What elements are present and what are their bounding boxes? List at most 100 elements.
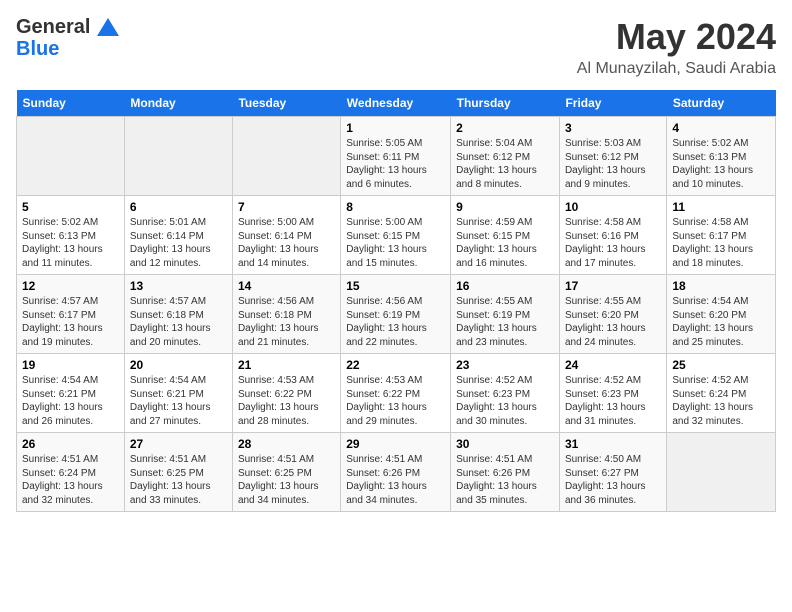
calendar-cell: 29 Sunrise: 4:51 AM Sunset: 6:26 PM Dayli…	[341, 433, 451, 512]
calendar-week-row: 19Sunrise: 4:54 AM Sunset: 6:21 PM Dayli…	[17, 354, 776, 433]
calendar-week-row: 26 Sunrise: 4:51 AM Sunset: 6:24 PM Dayli…	[17, 433, 776, 512]
day-info: Sunrise: 4:58 AM Sunset: 6:17 PM Dayligh…	[672, 216, 770, 270]
calendar-cell: 4 Sunrise: 5:02 AM Sunset: 6:13 PM Daylig…	[667, 117, 776, 196]
day-info: Sunrise: 4:52 AM Sunset: 6:23 PM Dayligh…	[456, 374, 554, 428]
day-info: Sunrise: 4:59 AM Sunset: 6:15 PM Dayligh…	[456, 216, 554, 270]
day-number: 18	[672, 279, 770, 293]
day-info: Sunrise: 4:51 AM Sunset: 6:25 PM Dayligh…	[238, 453, 335, 507]
day-number: 28	[238, 437, 335, 451]
day-info: Sunrise: 4:56 AM Sunset: 6:18 PM Dayligh…	[238, 295, 335, 349]
calendar-cell: 18Sunrise: 4:54 AM Sunset: 6:20 PM Dayli…	[667, 275, 776, 354]
day-info: Sunrise: 5:04 AM Sunset: 6:12 PM Dayligh…	[456, 137, 554, 191]
calendar-header-row: SundayMondayTuesdayWednesdayThursdayFrid…	[17, 90, 776, 117]
day-info: Sunrise: 4:52 AM Sunset: 6:24 PM Dayligh…	[672, 374, 770, 428]
day-info: Sunrise: 5:02 AM Sunset: 6:13 PM Dayligh…	[672, 137, 770, 191]
day-number: 15	[346, 279, 445, 293]
day-info: Sunrise: 5:01 AM Sunset: 6:14 PM Dayligh…	[130, 216, 227, 270]
day-number: 4	[672, 121, 770, 135]
calendar-cell: 5 Sunrise: 5:02 AM Sunset: 6:13 PM Daylig…	[17, 196, 125, 275]
day-number: 8	[346, 200, 445, 214]
subtitle: Al Munayzilah, Saudi Arabia	[577, 60, 776, 78]
day-info: Sunrise: 4:53 AM Sunset: 6:22 PM Dayligh…	[346, 374, 445, 428]
day-number: 13	[130, 279, 227, 293]
day-number: 26	[22, 437, 119, 451]
calendar-cell: 27Sunrise: 4:51 AM Sunset: 6:25 PM Dayli…	[124, 433, 232, 512]
calendar-cell: 8 Sunrise: 5:00 AM Sunset: 6:15 PM Daylig…	[341, 196, 451, 275]
day-info: Sunrise: 4:54 AM Sunset: 6:21 PM Dayligh…	[130, 374, 227, 428]
day-number: 31	[565, 437, 661, 451]
calendar-cell: 19Sunrise: 4:54 AM Sunset: 6:21 PM Dayli…	[17, 354, 125, 433]
day-info: Sunrise: 4:50 AM Sunset: 6:27 PM Dayligh…	[565, 453, 661, 507]
day-info: Sunrise: 4:56 AM Sunset: 6:19 PM Dayligh…	[346, 295, 445, 349]
day-info: Sunrise: 4:57 AM Sunset: 6:17 PM Dayligh…	[22, 295, 119, 349]
day-info: Sunrise: 4:55 AM Sunset: 6:20 PM Dayligh…	[565, 295, 661, 349]
day-number: 14	[238, 279, 335, 293]
calendar-cell: 10 Sunrise: 4:58 AM Sunset: 6:16 PM Dayli…	[559, 196, 666, 275]
calendar-cell	[667, 433, 776, 512]
day-info: Sunrise: 5:02 AM Sunset: 6:13 PM Dayligh…	[22, 216, 119, 270]
day-info: Sunrise: 5:00 AM Sunset: 6:15 PM Dayligh…	[346, 216, 445, 270]
day-info: Sunrise: 4:51 AM Sunset: 6:24 PM Dayligh…	[22, 453, 119, 507]
day-info: Sunrise: 4:58 AM Sunset: 6:16 PM Dayligh…	[565, 216, 661, 270]
day-number: 6	[130, 200, 227, 214]
day-number: 5	[22, 200, 119, 214]
day-info: Sunrise: 5:00 AM Sunset: 6:14 PM Dayligh…	[238, 216, 335, 270]
calendar-cell: 11 Sunrise: 4:58 AM Sunset: 6:17 PM Dayli…	[667, 196, 776, 275]
calendar-cell: 17 Sunrise: 4:55 AM Sunset: 6:20 PM Dayli…	[559, 275, 666, 354]
calendar-cell: 22Sunrise: 4:53 AM Sunset: 6:22 PM Dayli…	[341, 354, 451, 433]
calendar-cell	[17, 117, 125, 196]
weekday-header: Thursday	[451, 90, 560, 117]
main-title: May 2024	[577, 16, 776, 58]
page-header: General Blue May 2024 Al Munayzilah, Sau…	[16, 16, 776, 78]
day-number: 24	[565, 358, 661, 372]
calendar-cell: 9 Sunrise: 4:59 AM Sunset: 6:15 PM Daylig…	[451, 196, 560, 275]
day-number: 25	[672, 358, 770, 372]
day-number: 11	[672, 200, 770, 214]
calendar-cell: 20 Sunrise: 4:54 AM Sunset: 6:21 PM Dayli…	[124, 354, 232, 433]
calendar-cell: 24 Sunrise: 4:52 AM Sunset: 6:23 PM Dayli…	[559, 354, 666, 433]
calendar-week-row: 12 Sunrise: 4:57 AM Sunset: 6:17 PM Dayli…	[17, 275, 776, 354]
day-number: 29	[346, 437, 445, 451]
calendar-cell: 14 Sunrise: 4:56 AM Sunset: 6:18 PM Dayli…	[232, 275, 340, 354]
calendar-cell: 31 Sunrise: 4:50 AM Sunset: 6:27 PM Dayli…	[559, 433, 666, 512]
logo: General Blue	[16, 16, 120, 61]
day-info: Sunrise: 4:51 AM Sunset: 6:26 PM Dayligh…	[456, 453, 554, 507]
day-number: 20	[130, 358, 227, 372]
day-number: 10	[565, 200, 661, 214]
calendar-cell	[124, 117, 232, 196]
calendar-cell	[232, 117, 340, 196]
calendar-week-row: 5 Sunrise: 5:02 AM Sunset: 6:13 PM Daylig…	[17, 196, 776, 275]
day-number: 1	[346, 121, 445, 135]
day-number: 2	[456, 121, 554, 135]
calendar-week-row: 1Sunrise: 5:05 AM Sunset: 6:11 PM Daylig…	[17, 117, 776, 196]
day-number: 12	[22, 279, 119, 293]
weekday-header: Tuesday	[232, 90, 340, 117]
calendar-cell: 30Sunrise: 4:51 AM Sunset: 6:26 PM Dayli…	[451, 433, 560, 512]
calendar-cell: 12 Sunrise: 4:57 AM Sunset: 6:17 PM Dayli…	[17, 275, 125, 354]
day-number: 23	[456, 358, 554, 372]
logo-blue: Blue	[16, 38, 120, 61]
weekday-header: Sunday	[17, 90, 125, 117]
calendar-cell: 6 Sunrise: 5:01 AM Sunset: 6:14 PM Daylig…	[124, 196, 232, 275]
calendar-cell: 15 Sunrise: 4:56 AM Sunset: 6:19 PM Dayli…	[341, 275, 451, 354]
day-number: 21	[238, 358, 335, 372]
calendar-cell: 1Sunrise: 5:05 AM Sunset: 6:11 PM Daylig…	[341, 117, 451, 196]
day-info: Sunrise: 5:03 AM Sunset: 6:12 PM Dayligh…	[565, 137, 661, 191]
calendar-cell: 16 Sunrise: 4:55 AM Sunset: 6:19 PM Dayli…	[451, 275, 560, 354]
weekday-header: Friday	[559, 90, 666, 117]
day-info: Sunrise: 4:52 AM Sunset: 6:23 PM Dayligh…	[565, 374, 661, 428]
calendar-cell: 28 Sunrise: 4:51 AM Sunset: 6:25 PM Dayli…	[232, 433, 340, 512]
weekday-header: Wednesday	[341, 90, 451, 117]
day-number: 9	[456, 200, 554, 214]
title-section: May 2024 Al Munayzilah, Saudi Arabia	[577, 16, 776, 78]
calendar-table: SundayMondayTuesdayWednesdayThursdayFrid…	[16, 90, 776, 512]
calendar-cell: 21Sunrise: 4:53 AM Sunset: 6:22 PM Dayli…	[232, 354, 340, 433]
day-info: Sunrise: 4:54 AM Sunset: 6:21 PM Dayligh…	[22, 374, 119, 428]
calendar-cell: 13 Sunrise: 4:57 AM Sunset: 6:18 PM Dayli…	[124, 275, 232, 354]
day-info: Sunrise: 4:55 AM Sunset: 6:19 PM Dayligh…	[456, 295, 554, 349]
day-number: 16	[456, 279, 554, 293]
day-number: 17	[565, 279, 661, 293]
day-info: Sunrise: 4:51 AM Sunset: 6:26 PM Dayligh…	[346, 453, 445, 507]
day-info: Sunrise: 4:57 AM Sunset: 6:18 PM Dayligh…	[130, 295, 227, 349]
logo-icon	[97, 18, 119, 38]
